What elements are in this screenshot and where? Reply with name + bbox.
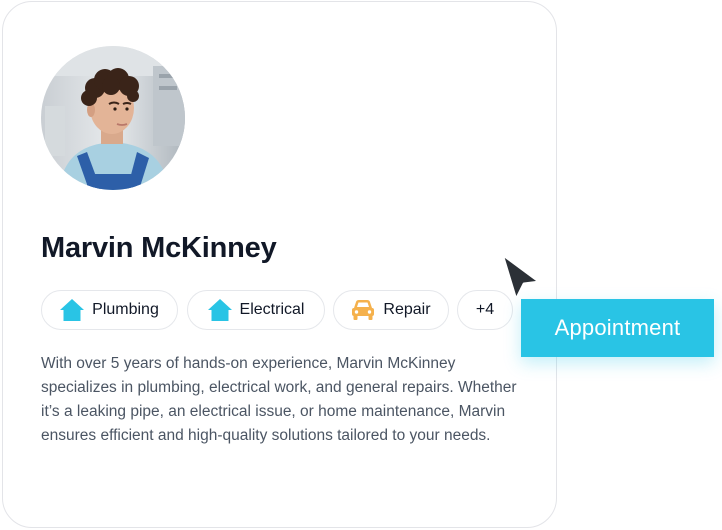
mouse-pointer-icon bbox=[498, 250, 546, 306]
tag-plumbing[interactable]: Plumbing bbox=[41, 290, 178, 330]
tag-electrical[interactable]: Electrical bbox=[187, 290, 325, 330]
tag-label: Repair bbox=[383, 301, 431, 318]
avatar bbox=[41, 46, 185, 190]
profile-card: Marvin McKinney Plumbing Electrical Repa… bbox=[2, 1, 557, 528]
tag-label: Plumbing bbox=[92, 301, 159, 318]
tag-label: Electrical bbox=[239, 301, 305, 318]
appointment-button[interactable]: Appointment bbox=[521, 299, 714, 357]
house-icon bbox=[207, 299, 232, 321]
car-icon bbox=[351, 299, 375, 321]
profile-description: With over 5 years of hands-on experience… bbox=[41, 355, 517, 444]
tag-repair[interactable]: Repair bbox=[333, 290, 449, 330]
house-icon bbox=[60, 299, 85, 321]
profile-name: Marvin McKinney bbox=[41, 232, 277, 264]
stage: Marvin McKinney Plumbing Electrical Repa… bbox=[0, 0, 722, 530]
